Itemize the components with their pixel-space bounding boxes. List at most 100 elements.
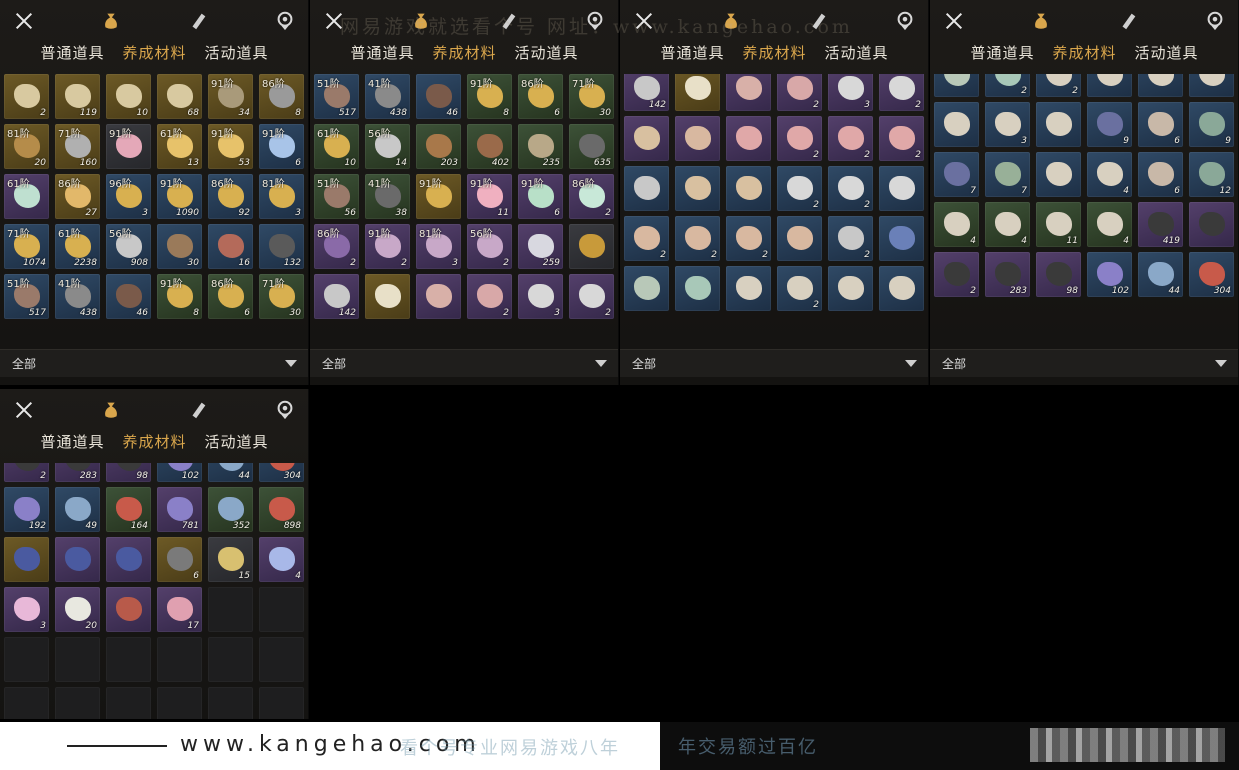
- item-slot[interactable]: [1138, 74, 1183, 97]
- item-slot[interactable]: [726, 74, 771, 111]
- item-slot[interactable]: 3: [4, 587, 49, 632]
- item-slot[interactable]: 96阶 3: [106, 174, 151, 219]
- item-slot[interactable]: 2: [4, 463, 49, 482]
- item-slot[interactable]: 86阶 27: [55, 174, 100, 219]
- item-slot[interactable]: 51阶 517: [314, 74, 359, 119]
- item-slot[interactable]: [726, 266, 771, 311]
- item-slot[interactable]: 6: [1138, 102, 1183, 147]
- item-slot[interactable]: 15: [208, 537, 253, 582]
- item-slot[interactable]: 61阶: [4, 174, 49, 219]
- item-slot[interactable]: [365, 274, 410, 319]
- item-slot[interactable]: 61阶 2238: [55, 224, 100, 269]
- item-slot[interactable]: 91阶: [416, 174, 461, 219]
- scroll-icon[interactable]: [496, 9, 520, 33]
- item-slot[interactable]: [4, 637, 49, 682]
- item-slot[interactable]: 91阶 34: [208, 74, 253, 119]
- item-slot[interactable]: 46: [106, 274, 151, 319]
- item-slot[interactable]: [208, 637, 253, 682]
- item-slot[interactable]: [4, 687, 49, 719]
- item-slot[interactable]: [675, 74, 720, 111]
- tab-event-items[interactable]: 活动道具: [515, 42, 579, 68]
- item-slot[interactable]: 81阶 3: [416, 224, 461, 269]
- item-slot[interactable]: 86阶 6: [518, 74, 563, 119]
- item-slot[interactable]: 2: [777, 266, 822, 311]
- item-slot[interactable]: 235: [518, 124, 563, 169]
- crossed-swords-icon[interactable]: [942, 9, 966, 33]
- item-slot[interactable]: 102: [1087, 252, 1132, 297]
- item-slot[interactable]: [934, 102, 979, 147]
- item-slot[interactable]: 4: [934, 202, 979, 247]
- item-slot[interactable]: [879, 266, 924, 311]
- tab-common-items[interactable]: 普通道具: [970, 42, 1034, 68]
- item-slot[interactable]: 12: [1189, 152, 1234, 197]
- item-slot[interactable]: [106, 687, 151, 719]
- gem-badge-icon[interactable]: [583, 9, 607, 33]
- item-slot[interactable]: 7: [934, 152, 979, 197]
- item-slot[interactable]: [416, 274, 461, 319]
- filter-dropdown[interactable]: 全部: [620, 349, 928, 377]
- item-slot[interactable]: [726, 116, 771, 161]
- item-slot[interactable]: 30: [157, 224, 202, 269]
- item-slot[interactable]: 51阶 517: [4, 274, 49, 319]
- tab-growth-materials[interactable]: 养成材料: [432, 42, 496, 68]
- item-slot[interactable]: 9: [1087, 102, 1132, 147]
- gem-badge-icon[interactable]: [1203, 9, 1227, 33]
- scroll-icon[interactable]: [186, 9, 210, 33]
- item-slot[interactable]: [675, 166, 720, 211]
- item-slot[interactable]: 283: [985, 252, 1030, 297]
- item-slot[interactable]: 2: [1036, 74, 1081, 97]
- scroll-icon[interactable]: [186, 398, 210, 422]
- item-slot[interactable]: 71阶 30: [259, 274, 304, 319]
- item-slot[interactable]: 17: [157, 587, 202, 632]
- tab-growth-materials[interactable]: 养成材料: [122, 42, 186, 68]
- item-slot[interactable]: 98: [1036, 252, 1081, 297]
- item-slot[interactable]: [624, 116, 669, 161]
- gem-badge-icon[interactable]: [273, 398, 297, 422]
- item-slot[interactable]: [879, 166, 924, 211]
- item-slot[interactable]: [1189, 202, 1234, 247]
- item-slot[interactable]: 2: [828, 216, 873, 261]
- item-slot[interactable]: [624, 166, 669, 211]
- item-slot[interactable]: 2: [467, 274, 512, 319]
- item-slot[interactable]: [106, 637, 151, 682]
- item-slot[interactable]: 203: [416, 124, 461, 169]
- tab-common-items[interactable]: 普通道具: [40, 431, 104, 457]
- item-slot[interactable]: 402: [467, 124, 512, 169]
- item-slot[interactable]: [934, 74, 979, 97]
- item-slot[interactable]: [828, 266, 873, 311]
- item-slot[interactable]: [55, 637, 100, 682]
- item-slot[interactable]: 2: [624, 216, 669, 261]
- item-slot[interactable]: 91阶 53: [208, 124, 253, 169]
- item-slot[interactable]: [1087, 74, 1132, 97]
- money-bag-icon[interactable]: [99, 9, 123, 33]
- tab-growth-materials[interactable]: 养成材料: [742, 42, 806, 68]
- item-slot[interactable]: 81阶 20: [4, 124, 49, 169]
- item-slot[interactable]: 41阶 38: [365, 174, 410, 219]
- item-slot[interactable]: [157, 637, 202, 682]
- item-slot[interactable]: 91阶 6: [518, 174, 563, 219]
- item-slot[interactable]: 51阶 56: [314, 174, 359, 219]
- item-slot[interactable]: 2: [4, 74, 49, 119]
- item-slot[interactable]: 192: [4, 487, 49, 532]
- item-slot[interactable]: [1036, 152, 1081, 197]
- item-slot[interactable]: 71阶 30: [569, 74, 614, 119]
- item-slot[interactable]: 2: [828, 166, 873, 211]
- item-slot[interactable]: 86阶 2: [569, 174, 614, 219]
- item-slot[interactable]: 419: [1138, 202, 1183, 247]
- item-slot[interactable]: [259, 637, 304, 682]
- item-slot[interactable]: 3: [985, 102, 1030, 147]
- item-slot[interactable]: 91阶 6: [259, 124, 304, 169]
- item-slot[interactable]: [106, 587, 151, 632]
- item-slot[interactable]: [208, 687, 253, 719]
- crossed-swords-icon[interactable]: [12, 398, 36, 422]
- item-slot[interactable]: 10: [106, 74, 151, 119]
- item-slot[interactable]: [55, 687, 100, 719]
- item-slot[interactable]: 6: [1138, 152, 1183, 197]
- item-slot[interactable]: 2: [934, 252, 979, 297]
- filter-dropdown[interactable]: 全部: [310, 349, 618, 377]
- item-slot[interactable]: 16: [208, 224, 253, 269]
- item-slot[interactable]: 56阶 908: [106, 224, 151, 269]
- item-slot[interactable]: 2: [569, 274, 614, 319]
- item-slot[interactable]: 259: [518, 224, 563, 269]
- filter-dropdown[interactable]: 全部: [930, 349, 1238, 377]
